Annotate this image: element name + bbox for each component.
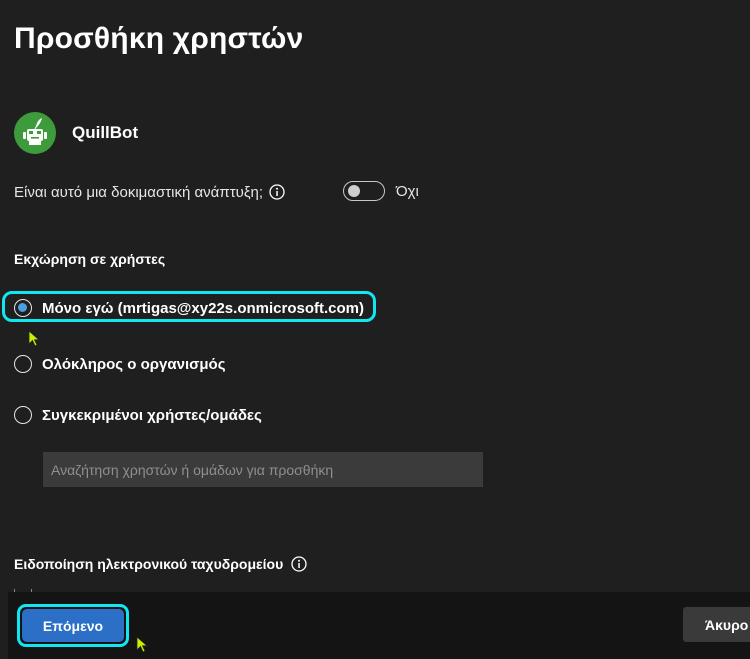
radio-label: Μόνο εγώ (mrtigas@xy22s.onmicrosoft.com) — [42, 299, 364, 317]
radio-button[interactable] — [14, 299, 32, 317]
radio-label: Συγκεκριμένοι χρήστες/ομάδες — [42, 406, 262, 424]
page-title: Προσθήκη χρηστών — [14, 22, 304, 55]
add-users-panel: Προσθήκη χρηστών QuillBot Είναι αυτό μια… — [0, 0, 750, 659]
quillbot-logo — [14, 112, 56, 154]
mouse-cursor-icon — [28, 330, 41, 347]
app-name: QuillBot — [72, 123, 139, 142]
toggle-state-label: Όχι — [396, 183, 419, 200]
test-deployment-label: Είναι αυτό μια δοκιμαστική ανάπτυξη; — [14, 183, 264, 201]
test-deployment-toggle[interactable] — [343, 181, 385, 201]
cancel-button[interactable]: Άκυρο — [683, 607, 750, 642]
info-icon[interactable] — [291, 556, 307, 572]
info-icon[interactable] — [269, 184, 285, 200]
app-header: QuillBot — [14, 112, 138, 154]
test-deployment-row: Είναι αυτό μια δοκιμαστική ανάπτυξη; — [14, 181, 285, 203]
robot-icon — [23, 118, 47, 145]
toggle-knob — [348, 185, 360, 197]
mouse-cursor-icon — [136, 636, 149, 653]
radio-button[interactable] — [14, 406, 32, 424]
email-notification-row: Ειδοποίηση ηλεκτρονικού ταχυδρομείου — [14, 554, 307, 574]
radio-option-specific-users[interactable]: Συγκεκριμένοι χρήστες/ομάδες — [14, 404, 262, 426]
user-search-input[interactable] — [43, 452, 483, 487]
email-notification-label: Ειδοποίηση ηλεκτρονικού ταχυδρομείου — [14, 556, 284, 572]
radio-option-whole-org[interactable]: Ολόκληρος ο οργανισμός — [14, 353, 226, 375]
next-button[interactable]: Επόμενο — [22, 609, 124, 642]
assignment-section-label: Εκχώρηση σε χρήστες — [14, 251, 166, 267]
radio-option-only-me[interactable]: Μόνο εγώ (mrtigas@xy22s.onmicrosoft.com) — [14, 297, 364, 319]
radio-label: Ολόκληρος ο οργανισμός — [42, 355, 226, 373]
radio-button[interactable] — [14, 355, 32, 373]
